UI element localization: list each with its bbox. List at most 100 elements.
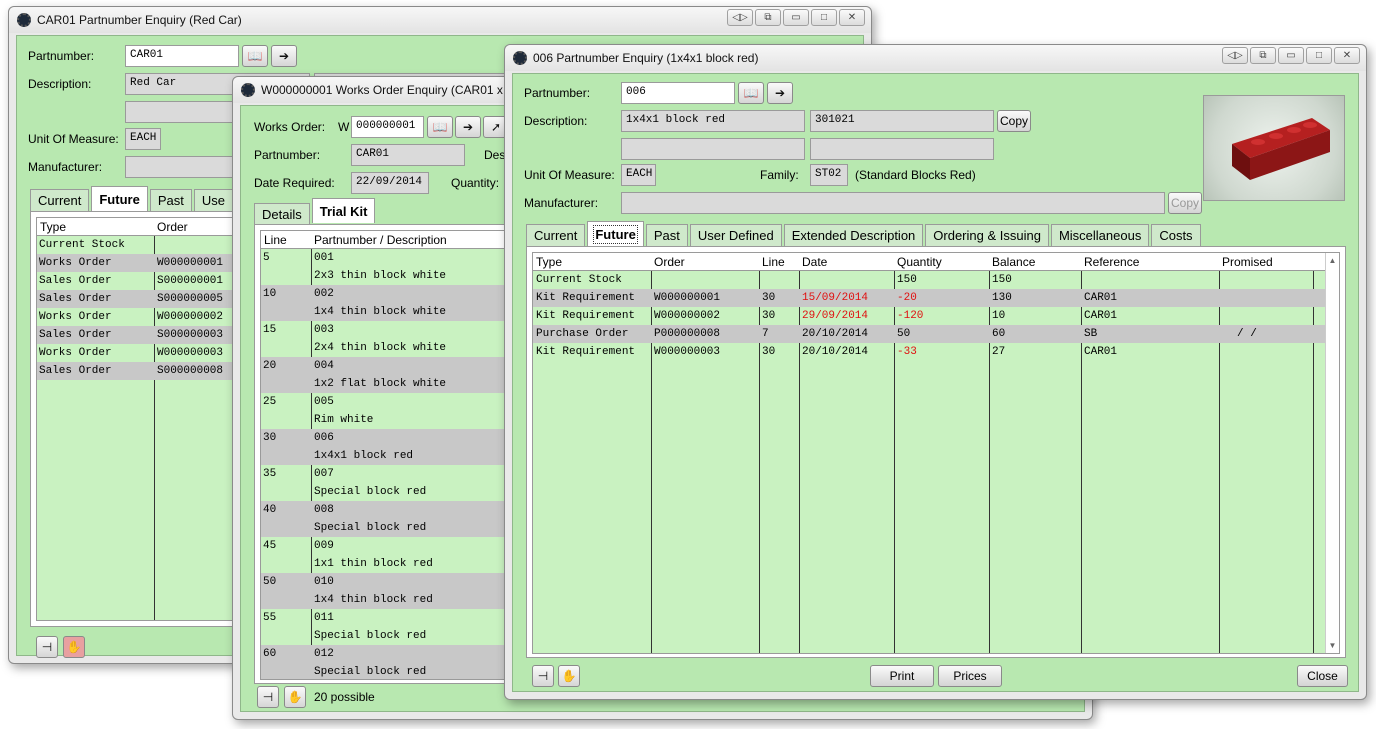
part-006-enquiry-window[interactable]: 006 Partnumber Enquiry (1x4x1 block red)… <box>504 44 1367 700</box>
vertical-scrollbar[interactable]: ▲ ▼ <box>1325 253 1339 653</box>
grid-cell: 45 <box>263 540 277 552</box>
kit-row[interactable]: 45 009 1x1 thin block red <box>261 537 527 573</box>
partnumber-field[interactable]: 006 <box>621 82 735 104</box>
grid-cell: 003 <box>314 324 334 336</box>
column-header-quantity[interactable]: Quantity <box>897 255 942 269</box>
close-window-button[interactable]: ✕ <box>1334 47 1360 64</box>
split-icon[interactable]: ◁▷ <box>727 9 753 26</box>
family-field[interactable]: ST02 <box>810 164 848 186</box>
kit-row[interactable]: 10 002 1x4 thin block white <box>261 285 527 321</box>
date-required-field[interactable]: 22/09/2014 <box>351 172 429 194</box>
kit-row[interactable]: 15 003 2x4 thin block white <box>261 321 527 357</box>
hand-icon[interactable]: ✋ <box>558 665 580 687</box>
works-order-prefix: W <box>338 120 350 134</box>
grid-cell: -20 <box>897 292 917 304</box>
trial-kit-grid[interactable]: Line Partnumber / Description 5 001 2x3 th… <box>260 230 528 680</box>
minimize-button[interactable]: ▭ <box>783 9 809 26</box>
red-brick-picture <box>1232 118 1330 180</box>
go-arrow-icon[interactable]: ➔ <box>455 116 481 138</box>
kit-row[interactable]: 35 007 Special block red <box>261 465 527 501</box>
description-field-4[interactable] <box>810 138 994 160</box>
prices-button[interactable]: Prices <box>938 665 1002 687</box>
hand-icon[interactable]: ✋ <box>284 686 306 708</box>
tab-future[interactable]: Future <box>91 186 148 211</box>
column-header-order[interactable]: Order <box>654 255 685 269</box>
column-header-reference[interactable]: Reference <box>1084 255 1139 269</box>
grid-cell: Works Order <box>39 347 112 359</box>
kit-row[interactable]: 40 008 Special block red <box>261 501 527 537</box>
kit-row[interactable]: 30 006 1x4x1 block red <box>261 429 527 465</box>
detach-icon[interactable]: ⧉ <box>755 9 781 26</box>
table-row[interactable]: Purchase Order P000000008 7 20/10/2014 50 60 S… <box>533 325 1325 343</box>
tab-details[interactable]: Details <box>254 203 310 225</box>
tab-user-defined[interactable]: Use <box>193 189 233 211</box>
tab-user-defined[interactable]: User Defined <box>689 224 782 246</box>
table-row[interactable]: Kit Requirement W000000002 30 29/09/2014 -12… <box>533 307 1325 325</box>
column-header-type[interactable]: Type <box>536 255 562 269</box>
detach-icon[interactable]: ⧉ <box>1250 47 1276 64</box>
minimize-button[interactable]: ▭ <box>1278 47 1304 64</box>
column-header-line[interactable]: Line <box>762 255 785 269</box>
description-field-2[interactable]: 301021 <box>810 110 994 132</box>
partnumber-label: Partnumber: <box>28 49 95 63</box>
column-header-balance[interactable]: Balance <box>992 255 1035 269</box>
maximize-button[interactable]: □ <box>1306 47 1332 64</box>
pin-icon[interactable]: ⊣ <box>36 636 58 658</box>
table-row[interactable]: Kit Requirement W000000003 30 20/10/2014 -33… <box>533 343 1325 361</box>
description-label: Description: <box>524 114 588 128</box>
future-transactions-grid[interactable]: Type Order Line Date Quantity Balance Referenc… <box>532 252 1340 654</box>
tab-future[interactable]: Future <box>587 221 644 246</box>
uom-field[interactable]: EACH <box>621 164 656 186</box>
grid-cell: 15/09/2014 <box>802 292 869 304</box>
maximize-button[interactable]: □ <box>811 9 837 26</box>
scroll-down-icon[interactable]: ▼ <box>1326 641 1339 650</box>
uom-label: Unit Of Measure: <box>524 168 615 182</box>
print-button[interactable]: Print <box>870 665 934 687</box>
go-arrow-icon[interactable]: ➔ <box>767 82 793 104</box>
tab-current[interactable]: Current <box>526 224 586 246</box>
book-lookup-icon[interactable]: 📖 <box>242 45 268 67</box>
kit-row[interactable]: 50 010 1x4 thin block red <box>261 573 527 609</box>
pin-icon[interactable]: ⊣ <box>532 665 554 687</box>
kit-row[interactable]: 60 012 Special block red <box>261 645 527 679</box>
copy-manufacturer-button[interactable]: Copy <box>1168 192 1202 214</box>
kit-row[interactable]: 55 011 Special block red <box>261 609 527 645</box>
hand-icon[interactable]: ✋ <box>63 636 85 658</box>
partnumber-field[interactable]: CAR01 <box>125 45 239 67</box>
close-button[interactable]: Close <box>1297 665 1348 687</box>
tab-miscellaneous[interactable]: Miscellaneous <box>1050 224 1150 246</box>
works-order-field[interactable]: 000000001 <box>351 116 424 138</box>
tab-past[interactable]: Past <box>149 189 192 211</box>
tab-current[interactable]: Current <box>30 189 90 211</box>
scroll-up-icon[interactable]: ▲ <box>1326 256 1339 265</box>
book-lookup-icon[interactable]: 📖 <box>427 116 453 138</box>
pin-icon[interactable]: ⊣ <box>257 686 279 708</box>
column-header-promised[interactable]: Promised <box>1222 255 1273 269</box>
grid-cell: 50 <box>897 328 911 340</box>
manufacturer-field[interactable] <box>621 192 1165 214</box>
close-window-button[interactable]: ✕ <box>839 9 865 26</box>
uom-field[interactable]: EACH <box>125 128 161 150</box>
description-field[interactable]: 1x4x1 block red <box>621 110 805 132</box>
book-lookup-icon[interactable]: 📖 <box>738 82 764 104</box>
tab-trial-kit[interactable]: Trial Kit <box>311 198 376 223</box>
table-row[interactable]: Kit Requirement W000000001 30 15/09/2014 -20… <box>533 289 1325 307</box>
split-icon[interactable]: ◁▷ <box>1222 47 1248 64</box>
grid-cell: 150 <box>992 274 1012 286</box>
kit-row[interactable]: 25 005 Rim white <box>261 393 527 429</box>
go-arrow-icon[interactable]: ➔ <box>271 45 297 67</box>
tab-past[interactable]: Past <box>645 224 688 246</box>
column-header-date[interactable]: Date <box>802 255 827 269</box>
partnumber-field[interactable]: CAR01 <box>351 144 465 166</box>
tab-extended-description[interactable]: Extended Description <box>783 224 924 246</box>
uom-label: Unit Of Measure: <box>28 132 119 146</box>
tab-ordering-issuing[interactable]: Ordering & Issuing <box>925 224 1049 246</box>
table-row[interactable]: Current Stock 150 150 <box>533 271 1325 289</box>
title-bar[interactable]: 006 Partnumber Enquiry (1x4x1 block red)… <box>505 45 1366 71</box>
kit-row[interactable]: 20 004 1x2 flat block white <box>261 357 527 393</box>
kit-row[interactable]: 5 001 2x3 thin block white <box>261 249 527 285</box>
copy-button[interactable]: Copy <box>997 110 1031 132</box>
description-field-3[interactable] <box>621 138 805 160</box>
tab-costs[interactable]: Costs <box>1151 224 1201 246</box>
title-bar[interactable]: CAR01 Partnumber Enquiry (Red Car) ◁▷ ⧉ … <box>9 7 871 33</box>
